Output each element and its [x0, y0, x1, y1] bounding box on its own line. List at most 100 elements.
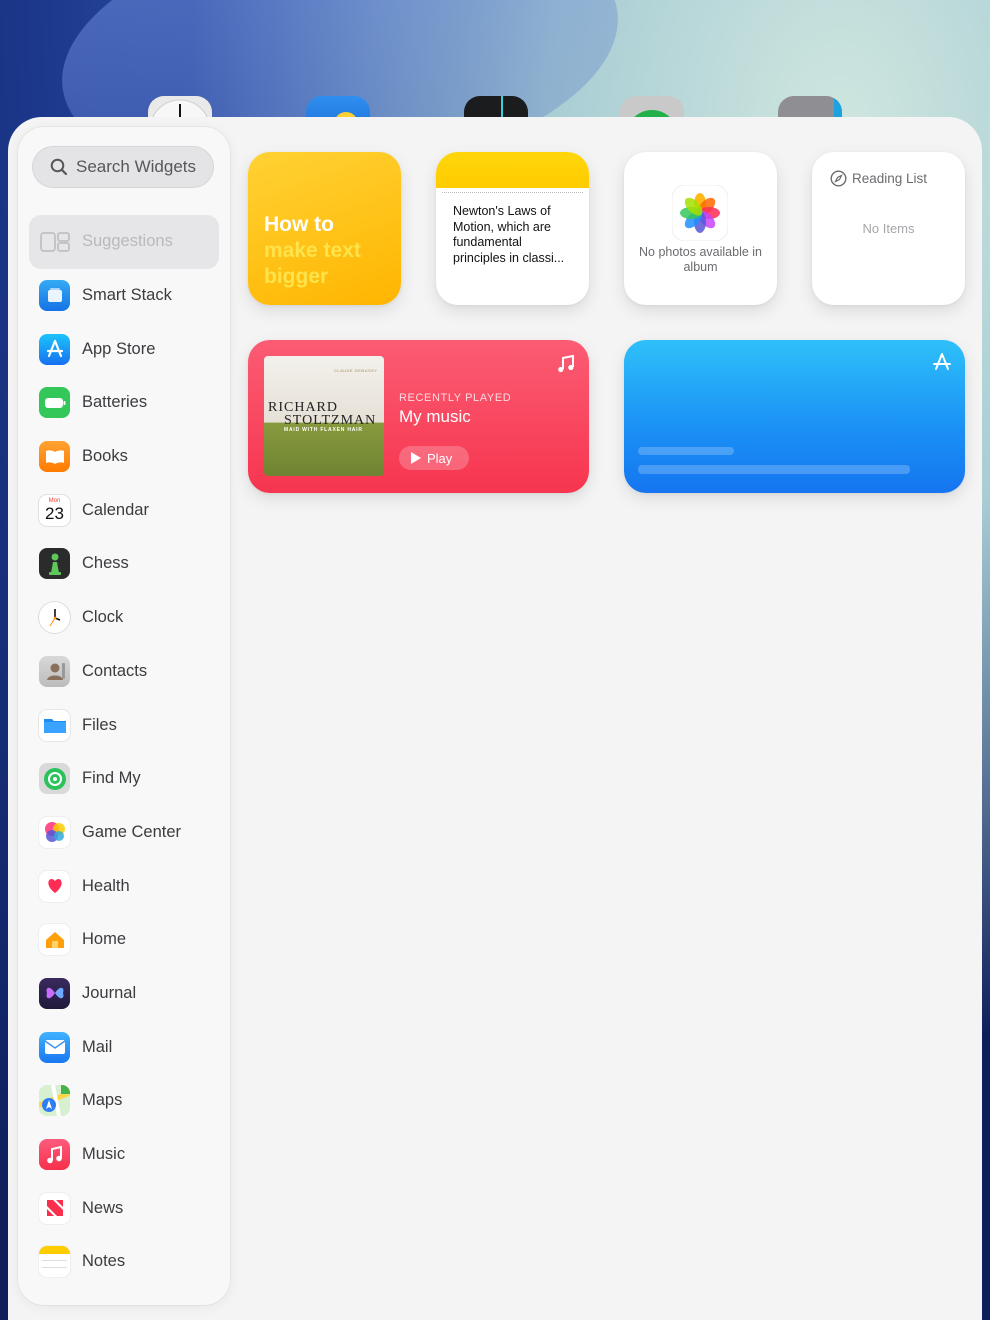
- play-button[interactable]: Play: [399, 446, 469, 470]
- sidebar-item-label: Smart Stack: [82, 286, 172, 305]
- sidebar-item-label: Files: [82, 715, 117, 734]
- sidebar-item-label: Suggestions: [82, 232, 173, 251]
- sidebar-item-news[interactable]: News: [29, 1181, 219, 1235]
- sidebar-item-label: Batteries: [82, 393, 148, 412]
- tips-widget-text: How to make text bigger: [264, 212, 361, 290]
- sidebar-item-batteries[interactable]: Batteries: [29, 376, 219, 430]
- tips-line-3: bigger: [264, 265, 329, 288]
- find-my-icon: [39, 763, 70, 795]
- app-store-icon: [39, 333, 70, 365]
- sidebar-item-label: Health: [82, 876, 130, 895]
- notes-widget-header: [436, 152, 589, 188]
- sidebar-item-label: Game Center: [82, 822, 182, 841]
- sidebar-item-label: Journal: [82, 983, 137, 1002]
- sidebar-item-label: Mail: [82, 1037, 113, 1056]
- sidebar-item-label: Music: [82, 1145, 126, 1164]
- search-field[interactable]: Search Widgets: [32, 146, 214, 188]
- sidebar-item-label: App Store: [82, 339, 156, 358]
- notes-icon: [39, 1246, 70, 1278]
- notes-widget-text: Newton's Laws of Motion, which are funda…: [453, 204, 565, 265]
- notes-widget-divider: [442, 192, 583, 193]
- music-note-icon: [558, 354, 574, 373]
- search-placeholder: Search Widgets: [76, 157, 196, 176]
- sidebar-item-game-center[interactable]: Game Center: [29, 806, 219, 860]
- battery-icon: [39, 387, 70, 419]
- app-store-widget[interactable]: [624, 340, 965, 493]
- journal-icon: [39, 977, 70, 1009]
- smart-stack-icon: [39, 280, 70, 312]
- music-widget[interactable]: CLAUDE DEBUSSY RICHARD STOLTZMAN MAID WI…: [248, 340, 589, 493]
- sidebar-item-clock[interactable]: Clock: [29, 591, 219, 645]
- calendar-icon-date: 23: [45, 503, 64, 523]
- home-icon: [39, 924, 70, 956]
- sidebar-item-label: Find My: [82, 769, 141, 788]
- sidebar-item-label: Calendar: [82, 500, 149, 519]
- chess-icon: [39, 548, 70, 580]
- sidebar-item-health[interactable]: Health: [29, 859, 219, 913]
- sidebar: Search Widgets Suggestions Smart Stack A…: [18, 127, 230, 1305]
- sidebar-item-books[interactable]: Books: [29, 430, 219, 484]
- contacts-icon: [39, 655, 70, 687]
- reading-list-title: Reading List: [852, 171, 928, 186]
- suggestions-icon: [39, 226, 70, 257]
- sidebar-item-calendar[interactable]: Mon 23 Calendar: [29, 483, 219, 537]
- sidebar-item-maps[interactable]: Maps: [29, 1074, 219, 1128]
- notes-widget[interactable]: Newton's Laws of Motion, which are funda…: [436, 152, 589, 305]
- sidebar-item-music[interactable]: Music: [29, 1128, 219, 1182]
- clock-icon: [39, 602, 70, 634]
- sidebar-item-journal[interactable]: Journal: [29, 967, 219, 1021]
- sidebar-item-find-my[interactable]: Find My: [29, 752, 219, 806]
- mail-icon: [39, 1031, 70, 1063]
- music-widget-label: RECENTLY PLAYED: [399, 392, 512, 404]
- sidebar-item-label: Maps: [82, 1091, 123, 1110]
- play-icon: [411, 452, 421, 464]
- sidebar-item-smart-stack[interactable]: Smart Stack: [29, 269, 219, 323]
- sidebar-item-contacts[interactable]: Contacts: [29, 645, 219, 699]
- app-store-placeholder-bar: [638, 447, 734, 455]
- books-icon: [39, 441, 70, 473]
- music-widget-title: My music: [399, 407, 471, 426]
- reading-list-header: Reading List: [830, 170, 927, 187]
- files-icon: [39, 709, 70, 741]
- sidebar-item-files[interactable]: Files: [29, 698, 219, 752]
- app-store-placeholder-bar: [638, 465, 910, 474]
- sidebar-item-label: Notes: [82, 1252, 126, 1271]
- photos-widget-caption: No photos available in album: [639, 245, 762, 274]
- sidebar-item-label: News: [82, 1198, 124, 1217]
- calendar-icon: Mon 23: [39, 494, 70, 526]
- compass-icon: [830, 170, 847, 187]
- notes-icon-lines: [42, 1260, 67, 1269]
- sidebar-item-mail[interactable]: Mail: [29, 1020, 219, 1074]
- tips-line-1: How to: [264, 213, 334, 236]
- sidebar-item-app-store[interactable]: App Store: [29, 322, 219, 376]
- photos-widget[interactable]: No photos available in album: [624, 152, 777, 305]
- sidebar-item-label: Contacts: [82, 661, 148, 680]
- album-art-line-3: MAID WITH FLAXEN HAIR: [284, 427, 363, 433]
- album-art-top-text: CLAUDE DEBUSSY: [334, 368, 378, 373]
- sidebar-item-home[interactable]: Home: [29, 913, 219, 967]
- notes-icon-header: [39, 1246, 70, 1255]
- sidebar-item-label: Chess: [82, 554, 129, 573]
- sidebar-list: Suggestions Smart Stack App Store Batter…: [29, 215, 219, 1289]
- play-button-label: Play: [427, 450, 453, 466]
- health-icon: [39, 870, 70, 902]
- tips-line-2: make text: [264, 239, 361, 262]
- sidebar-item-suggestions[interactable]: Suggestions: [29, 215, 219, 269]
- news-icon: [39, 1192, 70, 1224]
- reading-list-empty: No Items: [862, 221, 915, 236]
- album-art: CLAUDE DEBUSSY RICHARD STOLTZMAN MAID WI…: [264, 356, 384, 476]
- sidebar-item-label: Books: [82, 447, 128, 466]
- app-store-logo-icon: [933, 353, 951, 370]
- photos-icon: [672, 185, 728, 241]
- maps-icon: [39, 1085, 70, 1117]
- music-icon: [39, 1139, 70, 1171]
- sidebar-item-label: Home: [82, 930, 127, 949]
- sidebar-item-notes[interactable]: Notes: [29, 1235, 219, 1289]
- sidebar-item-chess[interactable]: Chess: [29, 537, 219, 591]
- game-center-icon: [39, 816, 70, 848]
- search-icon: [50, 158, 68, 176]
- widget-gallery-panel: Search Widgets Suggestions Smart Stack A…: [8, 117, 982, 1320]
- reading-list-widget[interactable]: Reading List No Items: [812, 152, 965, 305]
- tips-widget[interactable]: How to make text bigger: [248, 152, 401, 305]
- sidebar-item-label: Clock: [82, 608, 124, 627]
